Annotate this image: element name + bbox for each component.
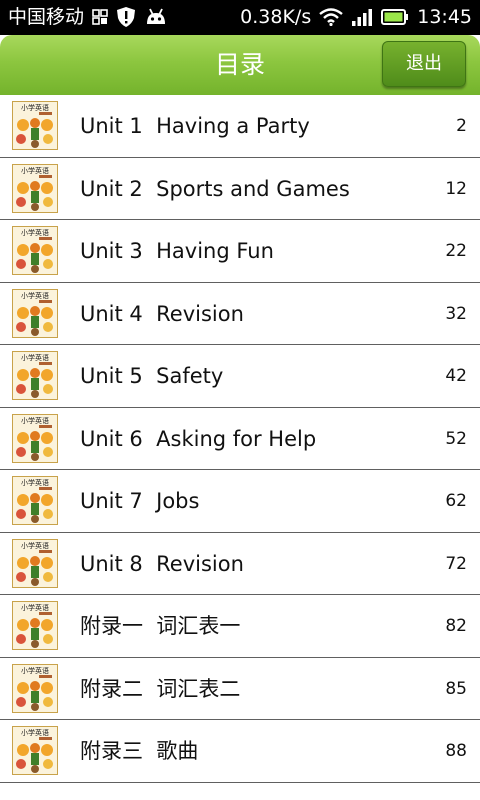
- toc-item[interactable]: 小学英语 Unit 2 Sports and Games 12: [0, 157, 480, 220]
- shield-icon: [116, 6, 136, 28]
- toc-item-page: 32: [445, 303, 467, 324]
- toc-item-page: 62: [445, 491, 467, 511]
- book-cover-title: 小学英语: [21, 603, 49, 612]
- book-cover-icon: 小学英语: [12, 163, 58, 213]
- book-cover-title: 小学英语: [21, 666, 49, 675]
- book-cover-icon: 小学英语: [12, 538, 58, 588]
- toc-item-page: 2: [456, 116, 467, 136]
- toc-item-page: 12: [445, 178, 467, 199]
- toc-item-label: Unit 3 Having Fun: [80, 239, 274, 263]
- book-cover-title: 小学英语: [21, 728, 49, 737]
- toc-item[interactable]: 小学英语 Unit 4 Revision 32: [0, 282, 480, 345]
- book-cover-title: 小学英语: [21, 103, 49, 112]
- book-cover-title: 小学英语: [21, 478, 49, 487]
- toc-item-label: Unit 7 Jobs: [80, 489, 200, 513]
- book-cover-icon: 小学英语: [12, 726, 58, 775]
- android-icon: [144, 7, 168, 27]
- book-cover-icon: 小学英语: [12, 663, 58, 713]
- book-cover-title: 小学英语: [21, 541, 49, 550]
- toc-item-label: 附录一 词汇表一: [80, 614, 241, 638]
- toc-item[interactable]: 小学英语 附录三 歌曲 88: [0, 720, 480, 783]
- book-cover-icon: 小学英语: [12, 288, 58, 338]
- toc-list: 小学英语 Unit 1 Having a Party 2 小学英语 Unit 2…: [0, 95, 480, 783]
- toc-item-page: 85: [445, 678, 467, 699]
- book-cover-icon: 小学英语: [12, 226, 58, 275]
- exit-button[interactable]: 退出: [382, 41, 466, 87]
- toc-item-page: 72: [445, 553, 467, 574]
- toc-item-label: Unit 1 Having a Party: [80, 114, 310, 138]
- toc-item-label: Unit 2 Sports and Games: [80, 176, 350, 201]
- toc-item-page: 22: [445, 241, 467, 261]
- toc-item[interactable]: 小学英语 附录二 词汇表二 85: [0, 657, 480, 720]
- book-cover-title: 小学英语: [21, 353, 49, 362]
- book-cover-title: 小学英语: [21, 291, 49, 300]
- clock: 13:45: [417, 6, 472, 28]
- toc-item[interactable]: 小学英语 Unit 8 Revision 72: [0, 532, 480, 595]
- network-speed: 0.38K/s: [240, 6, 312, 28]
- signal-icon: [351, 8, 373, 26]
- toc-item-page: 52: [445, 428, 467, 449]
- grid-icon: [92, 9, 108, 25]
- toc-item[interactable]: 小学英语 Unit 6 Asking for Help 52: [0, 407, 480, 470]
- toc-item[interactable]: 小学英语 Unit 7 Jobs 62: [0, 470, 480, 533]
- book-cover-title: 小学英语: [21, 416, 49, 425]
- book-cover-title: 小学英语: [21, 166, 49, 175]
- book-cover-icon: 小学英语: [12, 351, 58, 400]
- carrier-label: 中国移动: [8, 6, 85, 28]
- toc-item-label: 附录三 歌曲: [80, 739, 199, 763]
- toc-item-page: 82: [445, 616, 467, 636]
- wifi-icon: [319, 8, 343, 26]
- status-bar: 中国移动 0.38K/s 13:45: [0, 0, 480, 35]
- toc-item[interactable]: 小学英语 Unit 5 Safety 42: [0, 345, 480, 408]
- book-cover-title: 小学英语: [21, 228, 49, 237]
- book-cover-icon: 小学英语: [12, 101, 58, 150]
- toc-item-page: 42: [445, 366, 467, 386]
- book-cover-icon: 小学英语: [12, 413, 58, 463]
- battery-icon: [381, 9, 409, 25]
- toc-item[interactable]: 小学英语 附录一 词汇表一 82: [0, 595, 480, 658]
- toc-item[interactable]: 小学英语 Unit 1 Having a Party 2: [0, 95, 480, 158]
- toc-item-label: Unit 4 Revision: [80, 301, 244, 326]
- toc-item-label: Unit 5 Safety: [80, 364, 224, 388]
- book-cover-icon: 小学英语: [12, 601, 58, 650]
- toc-item-label: 附录二 词汇表二: [80, 676, 241, 701]
- book-cover-icon: 小学英语: [12, 476, 58, 525]
- toc-item-label: Unit 6 Asking for Help: [80, 426, 317, 451]
- title-bar: 目录 退出: [0, 35, 480, 95]
- toc-item-page: 88: [445, 741, 467, 761]
- toc-item-label: Unit 8 Revision: [80, 551, 244, 576]
- toc-item[interactable]: 小学英语 Unit 3 Having Fun 22: [0, 220, 480, 283]
